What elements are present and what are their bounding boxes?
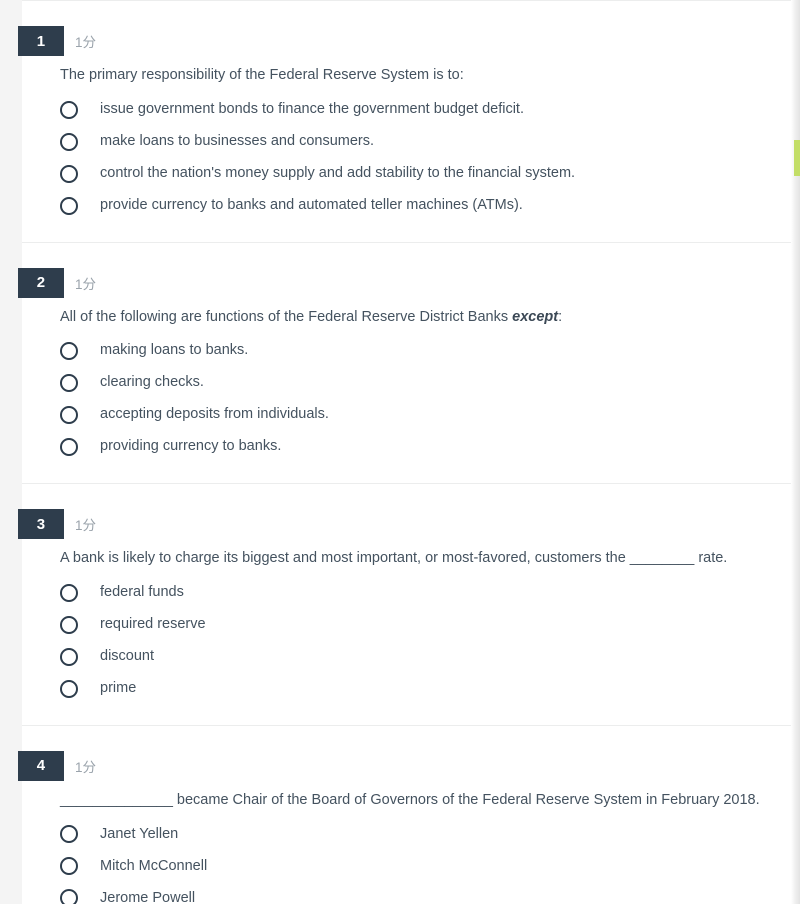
answer-option[interactable]: make loans to businesses and consumers. — [22, 126, 792, 158]
answer-option-label[interactable]: issue government bonds to finance the go… — [100, 101, 524, 118]
answer-option[interactable]: required reserve — [22, 609, 792, 641]
question-header: 4 1分 — [18, 750, 792, 781]
radio-button-icon[interactable] — [60, 857, 78, 876]
radio-button-icon[interactable] — [60, 889, 78, 904]
question-points-label: 1分 — [75, 276, 97, 292]
answer-option-list: federal funds required reserve discount pri… — [22, 577, 792, 705]
answer-option-label[interactable]: making loans to banks. — [100, 342, 248, 359]
question-prompt: The primary responsibility of the Federa… — [60, 67, 464, 83]
answer-option[interactable]: making loans to banks. — [22, 335, 792, 367]
radio-button-icon[interactable] — [60, 647, 78, 666]
question-card: 3 1分 A bank is likely to charge its bigges… — [18, 483, 792, 725]
radio-button-icon[interactable] — [60, 132, 78, 151]
answer-option[interactable]: clearing checks. — [22, 367, 792, 399]
question-card: 2 1分 All of the following are functions of… — [18, 241, 792, 484]
answer-option-label[interactable]: prime — [100, 680, 136, 697]
answer-option[interactable]: prime — [22, 673, 792, 705]
question-header: 1 1分 — [18, 26, 792, 56]
answer-option-list: issue government bonds to finance the go… — [22, 94, 792, 222]
answer-option-list: Janet Yellen Mitch McConnell Jerome Powell… — [22, 818, 792, 904]
vertical-scrollbar-thumb[interactable] — [794, 140, 800, 176]
radio-button-icon[interactable] — [60, 164, 78, 183]
answer-option-list: making loans to banks. clearing checks. ac… — [22, 335, 792, 463]
question-prompt-emphasis: except — [512, 308, 559, 325]
vertical-scrollbar-track[interactable] — [791, 0, 800, 904]
answer-option[interactable]: providing currency to banks. — [22, 431, 792, 463]
radio-button-icon[interactable] — [60, 583, 78, 602]
answer-option-label[interactable]: make loans to businesses and consumers. — [100, 133, 374, 150]
radio-button-icon[interactable] — [60, 196, 78, 215]
radio-button-icon[interactable] — [60, 374, 78, 393]
question-card: 1 1分 The primary responsibility of the Fed… — [18, 0, 792, 242]
question-header: 2 1分 — [18, 267, 792, 298]
question-number-badge: 1 — [18, 26, 64, 56]
question-prompt-text: All of the following are functions of th… — [60, 308, 513, 325]
answer-option[interactable]: accepting deposits from individuals. — [22, 399, 792, 431]
question-number-badge: 4 — [18, 750, 64, 781]
radio-button-icon[interactable] — [60, 679, 78, 698]
question-list: 1 1分 The primary responsibility of the Fed… — [18, 0, 792, 904]
question-number-badge: 3 — [18, 509, 64, 540]
answer-option[interactable]: Jerome Powell — [22, 882, 792, 904]
question-prompt: ______________ became Chair of the Board… — [60, 791, 760, 808]
answer-option-label[interactable]: Mitch McConnell — [100, 858, 207, 875]
answer-option-label[interactable]: provide currency to banks and automated … — [100, 197, 523, 214]
radio-button-icon[interactable] — [60, 615, 78, 634]
question-prompt-text-tail: : — [558, 308, 563, 325]
question-prompt: A bank is likely to charge its biggest a… — [60, 550, 728, 567]
answer-option[interactable]: federal funds — [22, 577, 792, 609]
answer-option-label[interactable]: clearing checks. — [100, 374, 204, 391]
radio-button-icon[interactable] — [60, 342, 78, 361]
answer-option-label[interactable]: discount — [100, 648, 154, 665]
answer-option-label[interactable]: providing currency to banks. — [100, 438, 281, 455]
question-points-label: 1分 — [75, 759, 97, 775]
answer-option[interactable]: Janet Yellen — [22, 818, 792, 850]
question-card: 4 1分 ______________ became Chair of the Bo… — [18, 724, 792, 904]
answer-option-label[interactable]: federal funds — [100, 584, 184, 601]
answer-option-label[interactable]: required reserve — [100, 616, 206, 633]
answer-option[interactable]: Mitch McConnell — [22, 850, 792, 882]
answer-option-label[interactable]: accepting deposits from individuals. — [100, 406, 329, 423]
question-points-label: 1分 — [75, 518, 97, 534]
question-number-badge: 2 — [18, 267, 64, 298]
question-prompt: All of the following are functions of th… — [60, 308, 792, 328]
question-points-label: 1分 — [75, 35, 97, 50]
answer-option[interactable]: control the nation's money supply and ad… — [22, 158, 792, 190]
answer-option[interactable]: provide currency to banks and automated … — [22, 190, 792, 222]
radio-button-icon[interactable] — [60, 825, 78, 844]
radio-button-icon[interactable] — [60, 100, 78, 119]
radio-button-icon[interactable] — [60, 438, 78, 457]
answer-option[interactable]: issue government bonds to finance the go… — [22, 94, 792, 126]
answer-option-label[interactable]: Jerome Powell — [100, 890, 195, 904]
question-header: 3 1分 — [18, 509, 792, 540]
answer-option[interactable]: discount — [22, 641, 792, 673]
radio-button-icon[interactable] — [60, 406, 78, 425]
quiz-viewport: 1 1分 The primary responsibility of the Fed… — [0, 0, 800, 904]
answer-option-label[interactable]: control the nation's money supply and ad… — [100, 165, 575, 182]
answer-option-label[interactable]: Janet Yellen — [100, 826, 178, 843]
